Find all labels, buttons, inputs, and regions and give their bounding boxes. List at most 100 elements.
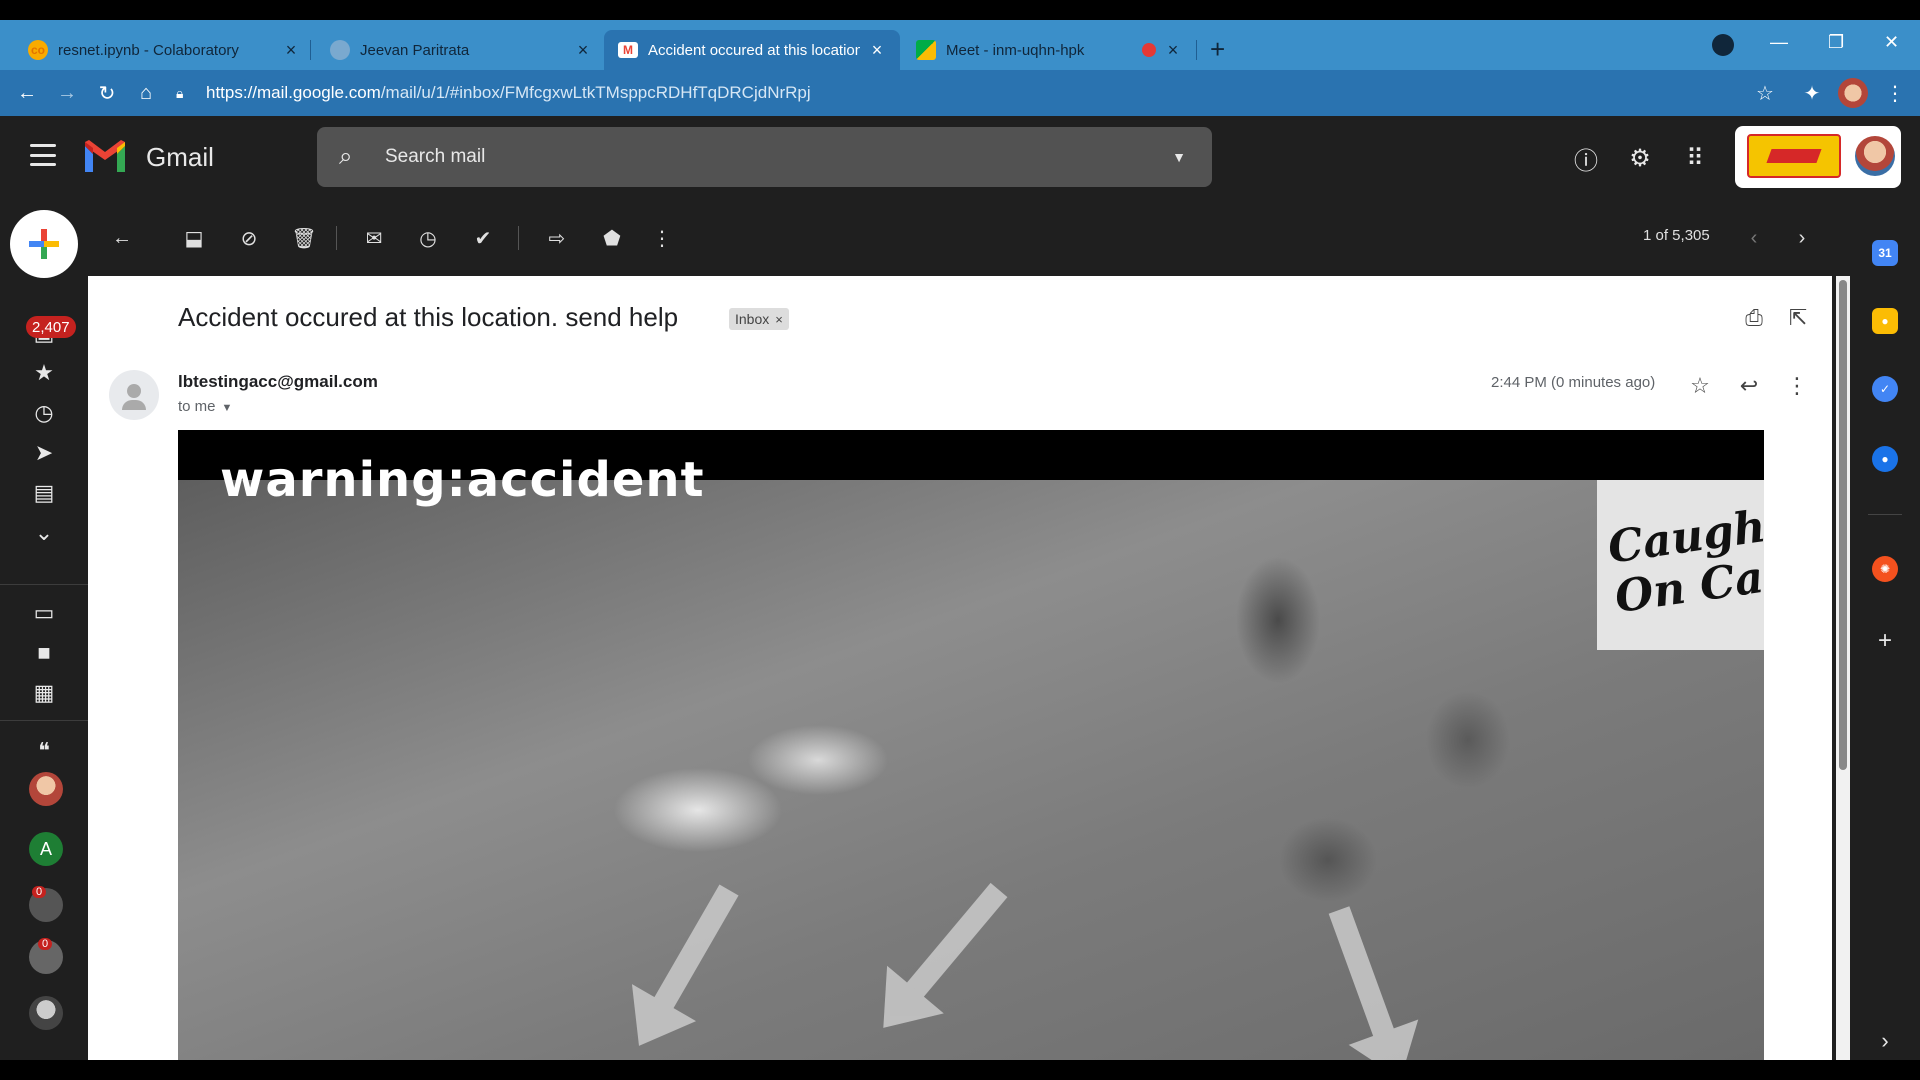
account-avatar[interactable]: [1855, 136, 1895, 176]
mouse-cursor-icon: [949, 387, 957, 403]
details-dropdown-icon[interactable]: ▼: [222, 402, 233, 414]
close-window-button[interactable]: ✕: [1884, 32, 1899, 53]
divider: [1868, 514, 1902, 515]
message-scrollbar[interactable]: [1836, 276, 1850, 1060]
chat-contact-avatar[interactable]: [29, 996, 63, 1030]
traffic-camera-image: [178, 480, 1764, 1060]
move-to-icon[interactable]: ⇨: [543, 224, 571, 252]
close-tab-icon[interactable]: ×: [868, 40, 886, 61]
accident-video-frame[interactable]: warning:accident Caught On Cam: [178, 430, 1764, 1060]
chat-contact-avatar[interactable]: [29, 772, 63, 806]
url-path: /mail/u/1/#inbox/FMfcgxwLtkTMsppcRDHfTqD…: [380, 83, 811, 102]
restore-button[interactable]: ❐: [1828, 32, 1844, 53]
account-switcher[interactable]: [1735, 126, 1901, 188]
recipient-details[interactable]: to me ▼: [178, 398, 232, 415]
newer-chevron-icon[interactable]: ‹: [1740, 224, 1768, 252]
browser-menu-icon[interactable]: ⋮: [1880, 78, 1910, 108]
search-options-icon[interactable]: ▼: [1172, 149, 1186, 165]
reply-icon[interactable]: ↩: [1735, 372, 1763, 400]
gmail-favicon-icon: M: [618, 42, 638, 58]
inbox-label-chip[interactable]: Inbox ×: [729, 308, 789, 330]
browser-tab-strip: co resnet.ipynb - Colaboratory × Jeevan …: [0, 20, 1920, 70]
close-tab-icon[interactable]: ×: [1164, 40, 1182, 61]
message-timestamp: 2:44 PM (0 minutes ago): [1491, 374, 1656, 391]
address-bar[interactable]: 🔒︎ https://mail.google.com /mail/u/1/#in…: [176, 76, 1776, 110]
star-icon[interactable]: ☆: [1686, 372, 1714, 400]
tab-title: Jeevan Paritrata: [360, 41, 470, 59]
open-in-new-window-icon[interactable]: ⇱: [1784, 304, 1812, 332]
sent-icon[interactable]: ➤: [29, 438, 59, 468]
search-icon[interactable]: ⌕: [339, 143, 369, 171]
browser-tab-jeevan[interactable]: Jeevan Paritrata ×: [316, 30, 606, 70]
add-icon[interactable]: +: [1872, 627, 1898, 654]
tab-title: resnet.ipynb - Colaboratory: [58, 41, 239, 59]
chat-hangouts-icon[interactable]: ❝: [29, 736, 59, 766]
sender-email[interactable]: lbtestingacc@gmail.com: [178, 372, 378, 392]
settings-gear-icon[interactable]: ⚙: [1624, 142, 1656, 174]
scrollbar-thumb[interactable]: [1839, 280, 1847, 770]
back-icon[interactable]: ←: [12, 78, 42, 108]
starred-icon[interactable]: ★: [29, 358, 59, 388]
add-to-tasks-icon[interactable]: ✔: [469, 224, 497, 252]
drafts-icon[interactable]: ▤: [29, 478, 59, 508]
minimize-button[interactable]: —: [1770, 32, 1788, 53]
email-subject: Accident occured at this location. send …: [178, 302, 679, 332]
chat-contact-avatar-a[interactable]: A: [29, 832, 63, 866]
message-toolbar: ← ⬓ ⊘ 🗑︎ ✉ ◷ ✔ ⇨ ⬟ ⋮ 1 of 5,305 ‹ ›: [88, 200, 1832, 276]
mark-unread-icon[interactable]: ✉: [360, 224, 388, 252]
extensions-icon[interactable]: ✦: [1797, 78, 1827, 108]
older-chevron-icon[interactable]: ›: [1788, 224, 1816, 252]
help-icon[interactable]: ⓘ: [1570, 142, 1602, 175]
divider: [0, 584, 88, 585]
print-icon[interactable]: ⎙: [1740, 304, 1768, 332]
archive-icon[interactable]: ⬓: [180, 224, 208, 252]
contacts-icon[interactable]: ●: [1872, 446, 1898, 472]
close-tab-icon[interactable]: ×: [574, 40, 592, 61]
apps-grid-icon[interactable]: ⠿: [1679, 142, 1711, 174]
remove-label-icon[interactable]: ×: [775, 312, 783, 327]
message-view: Accident occured at this location. send …: [88, 276, 1832, 1060]
compose-plus-icon: [29, 229, 59, 259]
bookmark-star-icon[interactable]: ☆: [1750, 78, 1780, 108]
browser-tab-gmail[interactable]: M Accident occured at this location. ×: [604, 30, 900, 70]
meet-new-icon[interactable]: ▭: [29, 598, 59, 628]
divider: [518, 226, 519, 250]
tab-search-icon[interactable]: [1712, 34, 1734, 56]
label-icon[interactable]: ⬟: [598, 224, 626, 252]
reload-icon[interactable]: ↻: [92, 78, 122, 108]
compose-button[interactable]: [10, 210, 78, 278]
road-arrow-marking: [1328, 906, 1401, 1055]
snooze-icon[interactable]: ◷: [414, 224, 442, 252]
more-chevron-down-icon[interactable]: ⌄: [29, 518, 59, 548]
expand-panel-chevron-icon[interactable]: ›: [1872, 1028, 1898, 1054]
calendar-join-icon[interactable]: ▦: [29, 678, 59, 708]
profile-avatar[interactable]: [1838, 78, 1868, 108]
more-vertical-icon[interactable]: ⋮: [648, 224, 676, 252]
calendar-icon[interactable]: 31: [1872, 240, 1898, 266]
message-more-icon[interactable]: ⋮: [1783, 372, 1811, 400]
addon-icon[interactable]: ✺: [1872, 556, 1898, 582]
snoozed-clock-icon[interactable]: ◷: [29, 398, 59, 428]
road-arrow-marking: [644, 884, 739, 1026]
main-menu-icon[interactable]: [30, 144, 56, 166]
chat-badge: 0: [32, 886, 47, 898]
divider: [336, 226, 337, 250]
left-navigation-rail: ▣ 2,407 ★ ◷ ➤ ▤ ⌄ ▭ ■ ▦ ❝ A 0 0: [0, 200, 88, 1060]
close-tab-icon[interactable]: ×: [282, 40, 300, 61]
tab-title: Meet - inm-uqhn-hpk: [946, 41, 1085, 59]
chat-badge: 0: [38, 938, 53, 950]
meet-video-icon[interactable]: ■: [29, 638, 59, 668]
browser-tab-meet[interactable]: Meet - inm-uqhn-hpk ×: [902, 30, 1196, 70]
home-icon[interactable]: ⌂: [131, 78, 161, 108]
search-input[interactable]: [385, 146, 1173, 168]
back-arrow-icon[interactable]: ←: [108, 224, 136, 252]
forward-icon[interactable]: →: [52, 78, 82, 108]
search-bar[interactable]: ⌕ ▼: [317, 127, 1212, 187]
tasks-icon[interactable]: ✓: [1872, 376, 1898, 402]
browser-tab-colab[interactable]: co resnet.ipynb - Colaboratory ×: [14, 30, 314, 70]
delete-icon[interactable]: 🗑︎: [290, 224, 318, 252]
keep-icon[interactable]: ●: [1872, 308, 1898, 334]
new-tab-button[interactable]: +: [1210, 34, 1225, 65]
video-warning-caption: warning:accident: [220, 452, 705, 508]
report-spam-icon[interactable]: ⊘: [235, 224, 263, 252]
